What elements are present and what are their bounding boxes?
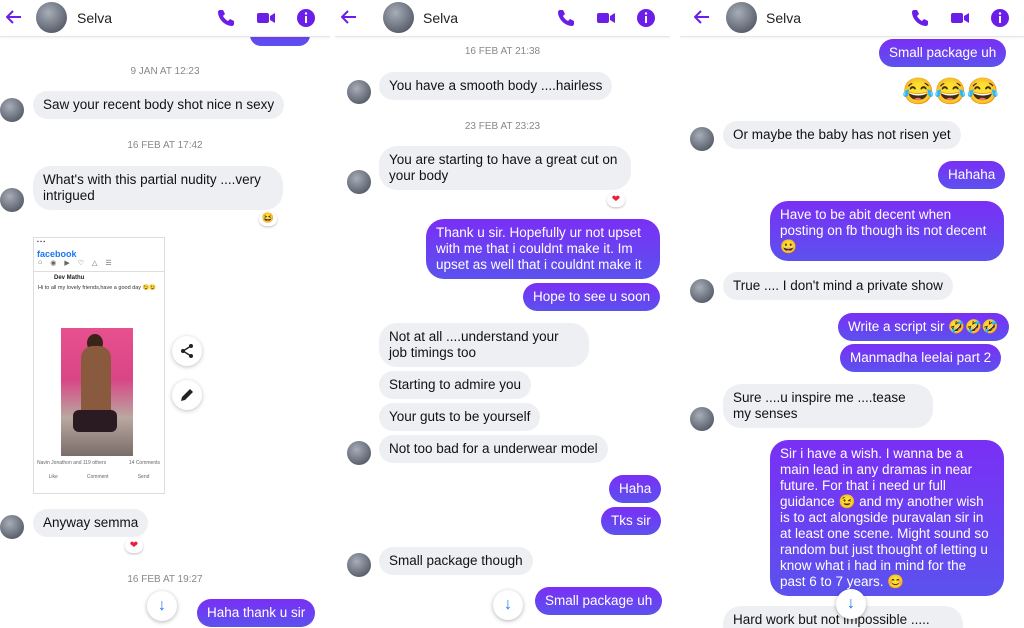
reaction-badge[interactable]: ❤ [125, 539, 143, 553]
timestamp: 16 FEB AT 19:27 [127, 574, 203, 585]
message-bubble-out[interactable]: Tks sir [601, 507, 661, 535]
arrow-left-icon[interactable] [694, 9, 710, 25]
comment-action: Comment [86, 474, 109, 480]
post-comments: 14 Comments [128, 460, 160, 466]
avatar[interactable] [690, 127, 714, 151]
arrow-left-icon[interactable] [341, 9, 357, 25]
message-bubble-in[interactable]: You are starting to have a great cut on … [379, 146, 631, 190]
phone-icon[interactable] [216, 8, 236, 28]
timestamp: 9 JAN AT 12:23 [130, 66, 200, 77]
info-icon[interactable] [636, 8, 656, 28]
pencil-icon [181, 389, 193, 401]
message-bubble-in[interactable]: Starting to admire you [379, 371, 532, 399]
arrow-left-icon[interactable] [6, 9, 22, 25]
message-bubble-in[interactable]: Small package though [379, 547, 533, 575]
contact-name[interactable]: Selva [423, 10, 458, 26]
avatar[interactable] [690, 407, 714, 431]
status-bar: ▪ ▪ ▪ [37, 239, 46, 245]
reaction-badge[interactable]: 😆 [259, 212, 277, 226]
message-bubble-in[interactable]: Or maybe the baby has not risen yet [723, 121, 961, 149]
chat-header: Selva [335, 0, 670, 37]
message-bubble-out[interactable]: Write a script sir 🤣🤣🤣 [838, 313, 1009, 341]
post-author: Dev Mathu [54, 275, 85, 281]
edit-button[interactable] [172, 380, 202, 410]
info-icon[interactable] [296, 8, 316, 28]
post-text: Hi to all my lovely friends,have a good … [38, 285, 157, 291]
message-bubble-in[interactable]: Saw your recent body shot nice n sexy [33, 91, 285, 119]
avatar[interactable] [347, 80, 371, 104]
chat-panel-2: Selva 16 FEB AT 21:38 You have a smooth … [335, 0, 670, 628]
video-icon[interactable] [596, 8, 616, 28]
avatar[interactable] [0, 98, 24, 122]
scroll-down-button[interactable]: ↓ [836, 589, 866, 619]
reaction-badge[interactable]: ❤ [607, 193, 625, 207]
avatar[interactable] [36, 2, 67, 33]
message-bubble-out[interactable]: Small package uh [535, 587, 663, 615]
avatar[interactable] [0, 515, 24, 539]
app-tabs: ⌂ ◉ ▶ ♡ △ ☰ [34, 259, 164, 272]
message-bubble-in[interactable]: Not too bad for a underwear model [379, 435, 608, 463]
avatar[interactable] [383, 2, 414, 33]
share-button[interactable] [172, 336, 202, 366]
video-icon[interactable] [950, 8, 970, 28]
scroll-down-button[interactable]: ↓ [493, 590, 523, 620]
message-bubble-out[interactable]: Sir i have a wish. I wanna be a main lea… [770, 440, 1004, 596]
avatar[interactable] [347, 553, 371, 577]
send-action: Send [137, 474, 150, 480]
message-bubble-in[interactable]: True .... I don't mind a private show [723, 272, 953, 300]
message-bubble-in[interactable]: Sure ....u inspire me ....tease my sense… [723, 384, 933, 428]
timestamp: 16 FEB AT 21:38 [464, 46, 541, 57]
message-bubble-out[interactable]: Have to be abit decent when posting on f… [770, 201, 1004, 261]
message-bubble-out[interactable]: Hope to see u soon [523, 283, 661, 311]
contact-name[interactable]: Selva [77, 10, 112, 26]
avatar[interactable] [0, 188, 24, 212]
message-bubble-in[interactable]: Anyway semma [33, 509, 149, 537]
message-bubble-out[interactable]: Small package uh [879, 39, 1007, 67]
video-icon[interactable] [256, 8, 276, 28]
post-likes: Navin Jonathon and 119 others [37, 460, 107, 466]
phone-icon[interactable] [556, 8, 576, 28]
chat-panel-3: Selva Small package uh 😂😂😂 Or maybe the … [680, 0, 1024, 628]
scroll-down-button[interactable]: ↓ [147, 591, 177, 621]
timestamp: 16 FEB AT 17:42 [127, 140, 203, 151]
avatar[interactable] [347, 441, 371, 465]
message-bubble-out[interactable]: Thank u sir. Hopefully ur not upset with… [426, 219, 660, 279]
timestamp: 23 FEB AT 23:23 [464, 121, 541, 132]
message-bubble-in[interactable]: Not at all ....understand your job timin… [379, 323, 589, 367]
chat-header: Selva [0, 0, 330, 37]
message-bubble-in[interactable]: You have a smooth body ....hairless [379, 72, 613, 100]
info-icon[interactable] [990, 8, 1010, 28]
contact-name[interactable]: Selva [766, 10, 801, 26]
panel-divider [670, 0, 680, 628]
shared-screenshot[interactable]: ▪ ▪ ▪ facebook ⌂ ◉ ▶ ♡ △ ☰ Dev Mathu Hi to al… [33, 237, 165, 494]
avatar[interactable] [726, 2, 757, 33]
avatar[interactable] [690, 279, 714, 303]
message-bubble-out[interactable]: Hahaha [938, 161, 1006, 189]
message-bubble-out[interactable]: Haha thank u sir [197, 599, 316, 627]
panel-divider [330, 0, 335, 628]
arrow-down-icon: ↓ [847, 595, 855, 612]
avatar[interactable] [347, 170, 371, 194]
message-bubble-in[interactable]: Your guts to be yourself [379, 403, 541, 431]
app-name: facebook [37, 249, 77, 259]
arrow-down-icon: ↓ [504, 596, 512, 613]
chat-panel-1: Selva 9 JAN AT 12:23 Saw your recent bod… [0, 0, 330, 628]
arrow-down-icon: ↓ [158, 597, 166, 614]
message-bubble-in[interactable]: What's with this partial nudity ....very… [33, 166, 283, 210]
phone-icon[interactable] [910, 8, 930, 28]
message-bubble-out[interactable]: Manmadha leelai part 2 [840, 344, 1002, 372]
message-bubble-out[interactable]: Haha [609, 475, 662, 503]
post-photo [61, 328, 133, 456]
like-action: Like [48, 474, 58, 480]
chat-header: Selva [680, 0, 1024, 37]
share-icon [181, 344, 193, 358]
emoji-message[interactable]: 😂😂😂 [902, 76, 999, 107]
